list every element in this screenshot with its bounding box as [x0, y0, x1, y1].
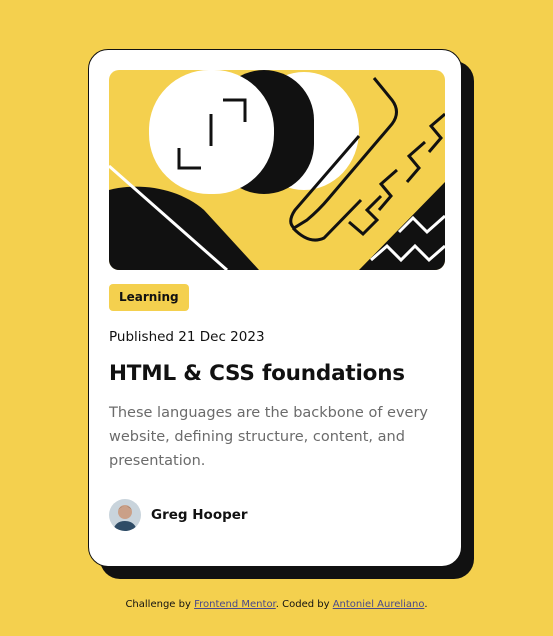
attribution-middle: . Coded by: [275, 599, 330, 610]
hero-illustration: [109, 70, 445, 270]
category-tag: Learning: [109, 284, 189, 311]
author-name: Greg Hooper: [151, 507, 248, 523]
author-row: Greg Hooper: [109, 499, 441, 531]
attribution: Challenge by Frontend Mentor. Coded by A…: [0, 598, 553, 612]
published-date: Published 21 Dec 2023: [109, 329, 265, 345]
card-title[interactable]: HTML & CSS foundations: [109, 360, 441, 388]
author-link[interactable]: Antoniel Aureliano: [333, 599, 425, 610]
attribution-prefix: Challenge by: [125, 599, 191, 610]
avatar: [109, 499, 141, 531]
card-description: These languages are the backbone of ever…: [109, 405, 428, 469]
attribution-suffix: .: [424, 599, 428, 610]
blog-preview-card: Learning Published 21 Dec 2023 HTML & CS…: [88, 49, 462, 567]
frontend-mentor-link[interactable]: Frontend Mentor: [194, 599, 276, 610]
